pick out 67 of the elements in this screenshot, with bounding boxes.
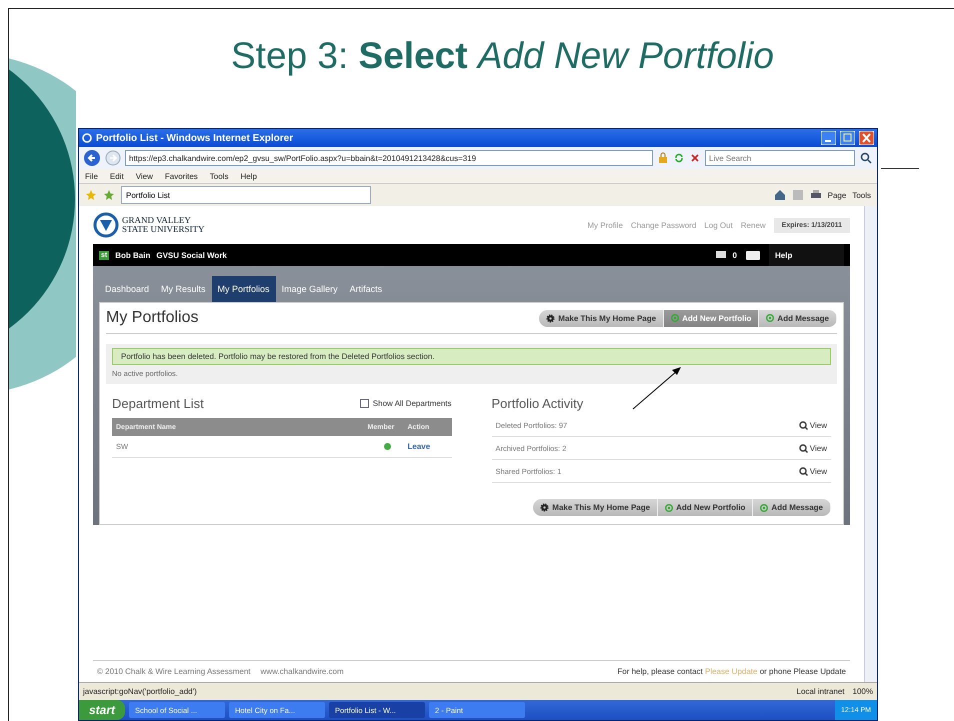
forward-button[interactable]	[105, 150, 121, 166]
view-link[interactable]: View	[798, 466, 827, 476]
add-favorite-icon[interactable]	[103, 189, 115, 201]
page-title: My Portfolios	[106, 309, 198, 327]
magnifier-icon	[798, 444, 808, 452]
section-title: Department List	[112, 396, 204, 410]
leave-link[interactable]: Leave	[408, 442, 448, 451]
magnifier-icon	[798, 420, 808, 430]
show-all-checkbox[interactable]: Show All Departments	[360, 398, 452, 408]
view-link[interactable]: View	[798, 444, 827, 452]
home-page-button[interactable]: Make This My Home Page	[539, 310, 664, 326]
menu-item[interactable]: File	[85, 172, 98, 180]
search-icon[interactable]	[859, 151, 873, 165]
magnifier-icon	[798, 466, 808, 476]
star-icon[interactable]	[85, 189, 97, 201]
start-button[interactable]: start	[79, 700, 126, 720]
logo-text: GRAND VALLEY STATE UNIVERSITY	[122, 216, 205, 234]
gear-icon	[546, 314, 556, 322]
window-title: Portfolio List - Windows Internet Explorer	[96, 132, 294, 144]
minimize-button[interactable]	[821, 131, 836, 145]
message-icon[interactable]	[714, 250, 727, 260]
home-icon[interactable]	[774, 189, 786, 201]
menu-item[interactable]: Help	[240, 172, 257, 180]
circle-icon	[766, 314, 774, 322]
help-text: For help, please contact Please Update or phone Please Update	[617, 667, 846, 676]
lock-icon	[657, 152, 669, 164]
success-notice: Portfolio has been deleted. Portfolio may be restored from the Deleted Portfolios section.	[112, 348, 831, 365]
command-menu[interactable]: Page	[828, 190, 846, 200]
annotation-arrow	[631, 365, 683, 411]
add-button[interactable]: Add Message	[753, 499, 831, 516]
logo-icon	[93, 212, 119, 238]
message-count: 0	[732, 250, 737, 260]
program-name: GVSU Social Work	[156, 250, 227, 260]
home-page-button[interactable]: Make This My Home Page	[533, 499, 658, 516]
menu-item[interactable]: View	[136, 172, 153, 180]
add-button[interactable]: Add Message	[759, 310, 837, 326]
menu-item[interactable]: Edit	[110, 172, 124, 180]
maximize-button[interactable]	[840, 131, 855, 145]
circle-icon	[760, 504, 768, 512]
printer-icon[interactable]	[810, 189, 822, 201]
website-text: www.chalkandwire.com	[260, 667, 344, 676]
zone-label: Local intranet	[796, 687, 845, 696]
status-text: javascript:goNav('portfolio_add')	[83, 687, 197, 696]
close-button[interactable]	[859, 131, 874, 145]
address-field[interactable]: https://ep3.chalkandwire.com/ep2_gvsu_sw/PortFolio.aspx?u=bbain&t=2010491213428&cus=319	[125, 150, 653, 166]
gear-icon	[540, 503, 550, 512]
menu-item[interactable]: Favorites	[164, 172, 198, 180]
command-menu[interactable]: Tools	[852, 190, 871, 200]
back-button[interactable]	[83, 149, 101, 167]
slide-title: Step 3: Select Add New Portfolio	[231, 35, 774, 78]
user-name: Bob Bain	[115, 250, 150, 260]
view-link[interactable]: View	[798, 420, 827, 430]
nav-tab[interactable]: My Portfolios	[212, 276, 276, 302]
refresh-button[interactable]	[673, 152, 685, 164]
help-menu[interactable]: Help	[769, 244, 844, 266]
stop-button[interactable]	[689, 152, 701, 164]
section-title: Portfolio Activity	[492, 396, 584, 410]
menu-item[interactable]: Tools	[210, 172, 228, 180]
search-field[interactable]: Live Search	[705, 150, 855, 166]
zoom-level[interactable]: 100%	[852, 687, 873, 696]
add-button[interactable]: Add New Portfolio	[658, 499, 754, 516]
leader-line	[881, 168, 919, 169]
circle-icon	[671, 314, 680, 322]
copyright-text: © 2010 Chalk & Wire Learning Assessment	[97, 667, 251, 676]
browser-tab[interactable]: Portfolio List	[121, 186, 371, 204]
scrollbar[interactable]	[864, 206, 877, 682]
circle-icon	[665, 504, 674, 512]
